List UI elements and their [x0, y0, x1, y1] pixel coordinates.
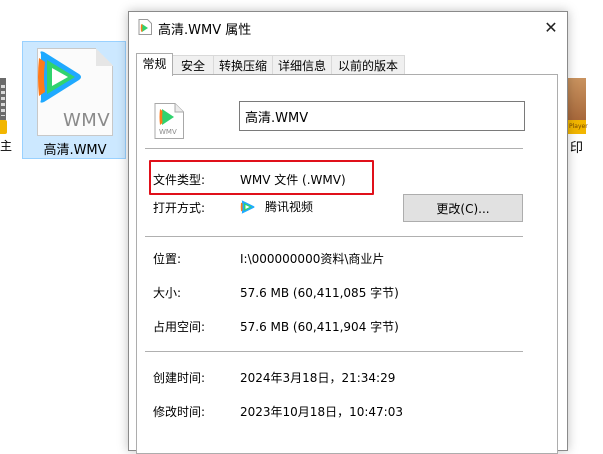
selected-file-tile[interactable]: WMV 高清.WMV	[22, 41, 126, 159]
divider	[145, 236, 523, 237]
properties-dialog: 高清.WMV 属性 ✕ 常规 安全 转换压缩 详细信息 以前的版本 WMV 文件…	[128, 11, 568, 454]
left-file-label-fragment: 主	[0, 139, 13, 153]
film-strip-icon	[0, 78, 6, 120]
file-type-icon	[138, 19, 152, 35]
location-label: 位置:	[153, 252, 182, 266]
size-value: 57.6 MB (60,411,085 字节)	[240, 286, 399, 300]
file-extension-watermark: WMV	[63, 110, 111, 131]
video-thumbnail	[568, 78, 586, 120]
file-type-label: 文件类型:	[153, 173, 206, 187]
tencent-video-icon	[240, 200, 255, 214]
open-with-app: 腾讯视频	[265, 200, 314, 214]
file-type-icon: WMV	[154, 103, 184, 139]
divider	[145, 351, 523, 352]
change-button[interactable]: 更改(C)...	[403, 194, 523, 222]
dialog-title: 高清.WMV 属性	[158, 23, 252, 38]
modified-label: 修改时间:	[153, 405, 206, 419]
disk-size-label: 占用空间:	[153, 320, 206, 334]
close-button[interactable]: ✕	[535, 12, 567, 42]
document-fold-icon	[96, 48, 113, 66]
divider	[145, 148, 523, 149]
svg-text:WMV: WMV	[159, 128, 177, 136]
created-value: 2024年3月18日，21:34:29	[240, 371, 396, 385]
size-label: 大小:	[153, 286, 182, 300]
player-badge-icon: Player	[568, 120, 588, 134]
general-tab-panel: WMV 文件类型: WMV 文件 (.WMV) 打开方式: 腾讯视频 更改(C)…	[136, 74, 558, 454]
tab-details[interactable]: 详细信息	[272, 55, 332, 75]
tab-security[interactable]: 安全	[172, 55, 214, 75]
close-icon: ✕	[544, 17, 558, 37]
right-file-partial[interactable]: Player 印	[568, 78, 603, 158]
disk-size-value: 57.6 MB (60,411,904 字节)	[240, 320, 399, 334]
tab-general[interactable]: 常规	[136, 53, 173, 76]
player-badge-icon	[0, 120, 7, 134]
left-file-partial[interactable]: 主	[0, 78, 12, 153]
dialog-titlebar[interactable]: 高清.WMV 属性 ✕	[129, 12, 567, 42]
file-label[interactable]: 高清.WMV	[23, 139, 127, 158]
modified-value: 2023年10月18日，10:47:03	[240, 405, 403, 419]
tencent-video-icon	[38, 51, 81, 103]
player-badge-text: Player	[569, 123, 588, 130]
file-type-value: WMV 文件 (.WMV)	[240, 173, 346, 187]
created-label: 创建时间:	[153, 371, 206, 385]
filename-field[interactable]	[239, 101, 525, 131]
tab-compress[interactable]: 转换压缩	[213, 55, 273, 75]
right-file-label-fragment: 印	[570, 141, 584, 156]
tab-previous-versions[interactable]: 以前的版本	[331, 55, 405, 75]
open-with-label: 打开方式:	[153, 201, 206, 215]
location-value: I:\000000000资料\商业片	[240, 252, 385, 266]
